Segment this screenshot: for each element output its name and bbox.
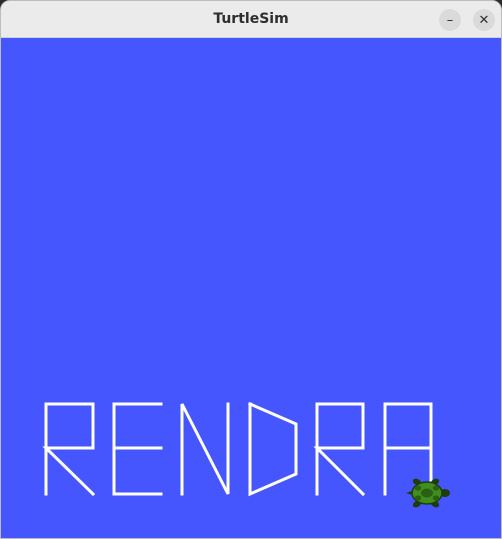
pen-trail	[42, 402, 433, 497]
turtle-icon	[406, 478, 450, 508]
turtlesim-window: TurtleSim – ✕	[0, 0, 502, 539]
pen-trail-letter-4	[248, 402, 298, 497]
minimize-button[interactable]: –	[439, 9, 461, 31]
title-bar[interactable]: TurtleSim – ✕	[1, 1, 501, 38]
minimize-icon: –	[446, 12, 454, 28]
pen-trail-letter-1	[42, 402, 96, 497]
turtle-canvas	[1, 38, 501, 538]
close-button[interactable]: ✕	[473, 9, 495, 31]
close-icon: ✕	[478, 12, 490, 28]
pen-trail-letter-3	[180, 402, 230, 496]
pen-trail-letter-5	[313, 402, 366, 497]
window-title: TurtleSim	[213, 11, 289, 27]
drawing-surface	[42, 402, 450, 508]
